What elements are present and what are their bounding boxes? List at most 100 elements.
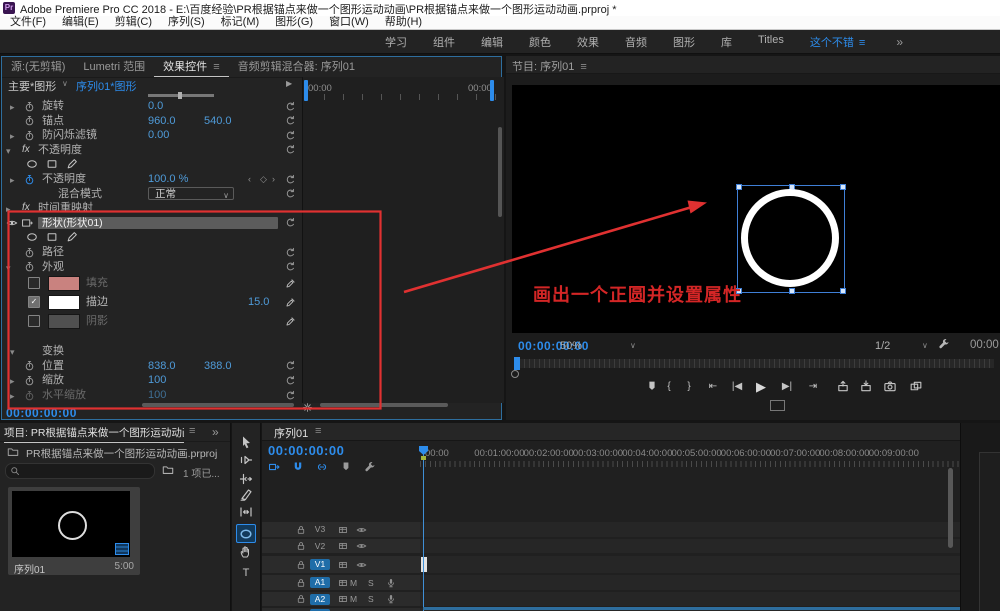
- property-value[interactable]: 540.0: [204, 115, 232, 127]
- stopwatch-icon[interactable]: [24, 261, 35, 273]
- panel-menu-icon[interactable]: ≡: [189, 425, 195, 437]
- workspace-tab[interactable]: 这个不错 ≡: [797, 34, 878, 50]
- menu-item[interactable]: 序列(S): [160, 16, 213, 29]
- stopwatch-icon[interactable]: [24, 360, 35, 372]
- panel-tab[interactable]: 源:(无剪辑): [2, 58, 74, 76]
- search-input[interactable]: [24, 464, 148, 478]
- next-keyframe-icon[interactable]: ›: [272, 173, 275, 185]
- mini-timeline-scrollbar[interactable]: [498, 127, 502, 217]
- out-point-marker[interactable]: [490, 80, 494, 101]
- reset-icon[interactable]: [285, 188, 296, 200]
- sync-lock-icon[interactable]: [338, 594, 348, 604]
- snap-icon[interactable]: [292, 461, 304, 473]
- stopwatch-icon[interactable]: [24, 100, 35, 112]
- workspace-tab[interactable]: 效果: [564, 34, 612, 50]
- timeline-ruler[interactable]: 00:00 00:01:00:00 00:02:00:00 00:03:00:00 00…: [420, 445, 960, 469]
- twirl-icon[interactable]: ▸: [10, 375, 15, 387]
- stopwatch-icon[interactable]: [24, 129, 35, 141]
- panel-tab[interactable]: Lumetri 范围: [74, 58, 154, 76]
- effects-play-icon[interactable]: ▶: [286, 79, 292, 88]
- track-target-V1[interactable]: V1: [310, 559, 330, 570]
- reset-icon[interactable]: [285, 261, 296, 273]
- chevron-down-icon[interactable]: ∨: [922, 341, 928, 350]
- step-forward-button[interactable]: ▶|: [782, 380, 792, 394]
- export-frame-icon[interactable]: [884, 380, 897, 394]
- workspace-overflow-icon[interactable]: »: [896, 35, 903, 49]
- selection-handle[interactable]: [840, 184, 846, 190]
- panel-menu-icon[interactable]: ≡: [580, 61, 586, 73]
- menu-item[interactable]: 帮助(H): [377, 16, 430, 29]
- eyedropper-icon[interactable]: [285, 315, 296, 327]
- stopwatch-icon[interactable]: [24, 389, 35, 401]
- property-value[interactable]: 838.0: [148, 360, 176, 372]
- eyedropper-icon[interactable]: [285, 296, 296, 308]
- selection-handle[interactable]: [840, 288, 846, 294]
- panel-menu-icon[interactable]: ≡: [210, 61, 219, 73]
- twirl-icon[interactable]: ▸: [10, 390, 15, 402]
- add-marker-icon[interactable]: [340, 461, 352, 473]
- swatch-checkbox[interactable]: ✓: [28, 296, 40, 309]
- property-value[interactable]: 0.0: [148, 100, 163, 112]
- workspace-tab[interactable]: Titles: [745, 34, 797, 50]
- track-lane-V1[interactable]: [420, 556, 960, 573]
- playback-resolution-select[interactable]: 1/2: [875, 340, 890, 352]
- step-back-button[interactable]: |◀: [732, 380, 742, 394]
- insert-overwrite-as-nest-icon[interactable]: [268, 461, 280, 473]
- track-output-eye-icon[interactable]: [356, 559, 367, 570]
- pen-mask-icon[interactable]: [66, 158, 78, 170]
- rect-mask-icon[interactable]: [46, 158, 58, 170]
- workspace-tab[interactable]: 音频: [612, 34, 660, 50]
- track-lane-V2[interactable]: [420, 539, 960, 553]
- voiceover-record-icon[interactable]: [386, 578, 396, 588]
- ellipse-mask-icon[interactable]: [26, 231, 38, 243]
- track-target-V3[interactable]: V3: [310, 524, 330, 535]
- button-editor[interactable]: [770, 400, 785, 411]
- program-monitor-tab[interactable]: 节目: 序列01 ≡: [512, 58, 587, 74]
- reset-icon[interactable]: [285, 360, 296, 372]
- add-marker-icon[interactable]: [646, 380, 659, 394]
- track-select-forward-tool[interactable]: [239, 453, 253, 467]
- twirl-icon[interactable]: ▸: [6, 203, 11, 215]
- selection-handle[interactable]: [789, 288, 795, 294]
- twirl-icon[interactable]: ▸: [10, 101, 15, 113]
- clip-v1[interactable]: [421, 557, 427, 572]
- mute-button[interactable]: M: [350, 594, 357, 604]
- solo-button[interactable]: S: [368, 578, 374, 588]
- project-tab[interactable]: 项目: PR根据锚点来做一个图形运动动画: [4, 425, 184, 443]
- effect-controls-mini-timeline[interactable]: 00:00 00:00: [302, 77, 504, 403]
- track-lane-A2[interactable]: [420, 592, 960, 606]
- menu-item[interactable]: 编辑(E): [54, 16, 107, 29]
- track-lock-icon[interactable]: [296, 578, 306, 588]
- type-tool[interactable]: T: [239, 565, 253, 579]
- menu-item[interactable]: 图形(G): [267, 16, 321, 29]
- chevron-down-icon[interactable]: ∨: [62, 79, 68, 88]
- color-swatch[interactable]: [48, 314, 80, 330]
- media-browser-icon[interactable]: [162, 464, 174, 476]
- properties-hscrollbar[interactable]: [142, 403, 294, 407]
- layer-name[interactable]: 形状(形状01): [38, 216, 278, 229]
- reset-icon[interactable]: [285, 100, 296, 112]
- sync-lock-icon[interactable]: [338, 525, 348, 535]
- menu-item[interactable]: 文件(F): [2, 16, 54, 29]
- linked-selection-icon[interactable]: [316, 461, 328, 473]
- workspace-tab[interactable]: 学习: [372, 34, 420, 50]
- workspace-menu-icon[interactable]: ≡: [856, 37, 865, 49]
- scrub-handle-icon[interactable]: [511, 370, 519, 378]
- razor-tool[interactable]: [239, 488, 253, 502]
- go-to-in-button[interactable]: ⇤: [709, 380, 717, 394]
- selection-tool[interactable]: [239, 435, 253, 449]
- workspace-tab[interactable]: 图形: [660, 34, 708, 50]
- menu-item[interactable]: 剪辑(C): [107, 16, 160, 29]
- play-button[interactable]: ▶: [756, 380, 766, 394]
- menu-item[interactable]: 窗口(W): [321, 16, 377, 29]
- extract-icon[interactable]: [860, 380, 873, 394]
- solo-button[interactable]: S: [368, 594, 374, 604]
- lift-icon[interactable]: [837, 380, 850, 394]
- reset-icon[interactable]: [285, 374, 296, 386]
- track-lock-icon[interactable]: [296, 525, 306, 535]
- program-scrub-bar[interactable]: [514, 359, 994, 368]
- property-value[interactable]: 960.0: [148, 115, 176, 127]
- in-point-marker[interactable]: [304, 80, 308, 101]
- sync-lock-icon[interactable]: [338, 541, 348, 551]
- ellipse-tool[interactable]: [236, 524, 256, 543]
